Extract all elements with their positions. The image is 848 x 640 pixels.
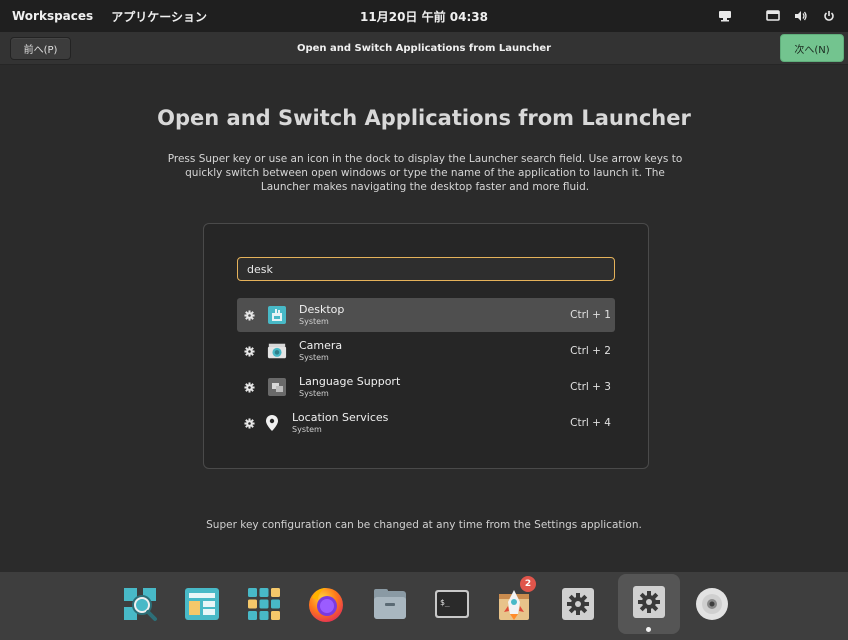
result-subtitle: System xyxy=(299,389,329,398)
search-magnifier-icon xyxy=(122,586,158,626)
terminal-icon: $_ xyxy=(434,589,470,623)
header-bar: 前へ(P) Open and Switch Applications from … xyxy=(0,32,848,65)
settings-gear-small-icon xyxy=(243,309,255,321)
disc-icon xyxy=(694,586,730,626)
page-title: Open and Switch Applications from Launch… xyxy=(157,106,691,130)
launcher-search-input[interactable] xyxy=(237,257,615,281)
svg-text:$_: $_ xyxy=(440,598,450,607)
dock-item-settings-active[interactable] xyxy=(618,574,680,634)
settings-gear-icon xyxy=(632,585,666,623)
result-shortcut: Ctrl + 1 xyxy=(570,309,611,321)
workspaces-button[interactable]: Workspaces xyxy=(12,9,93,23)
window-title: Open and Switch Applications from Launch… xyxy=(296,43,552,54)
dock-item-pop-shop[interactable]: 2 xyxy=(490,576,538,630)
camera-icon xyxy=(267,341,287,361)
app-grid-icon xyxy=(247,587,281,625)
firefox-icon xyxy=(306,584,346,628)
next-button[interactable]: 次へ(N) xyxy=(780,34,844,62)
result-name: Camera xyxy=(299,339,343,352)
dock-item-workspaces[interactable] xyxy=(178,582,226,630)
result-subtitle: System xyxy=(299,353,329,362)
dock-item-firefox[interactable] xyxy=(302,582,350,630)
notification-badge: 2 xyxy=(520,576,536,592)
network-icon[interactable] xyxy=(718,9,732,23)
top-panel: Workspaces アプリケーション 11月20日 午前 04:38 xyxy=(0,0,848,32)
dock-item-app-library[interactable] xyxy=(240,582,288,630)
dock-item-settings[interactable] xyxy=(554,582,602,630)
shop-rocket-icon xyxy=(496,586,532,626)
page-description: Press Super key or use an icon in the do… xyxy=(167,153,683,193)
dock-item-launcher[interactable] xyxy=(116,582,164,630)
launcher-result-language-support[interactable]: Language Support System Ctrl + 3 xyxy=(237,370,615,404)
power-icon[interactable] xyxy=(822,9,836,23)
result-shortcut: Ctrl + 4 xyxy=(570,417,611,429)
launcher-result-desktop[interactable]: Desktop System Ctrl + 1 xyxy=(237,298,615,332)
language-support-icon xyxy=(267,377,287,397)
settings-gear-icon xyxy=(561,587,595,625)
workspaces-icon xyxy=(184,587,220,625)
desktop-settings-icon xyxy=(267,305,287,325)
location-pin-icon xyxy=(265,413,279,433)
launcher-result-location-services[interactable]: Location Services System Ctrl + 4 xyxy=(237,406,615,440)
settings-gear-small-icon xyxy=(243,381,255,393)
files-icon xyxy=(372,587,408,625)
result-name: Desktop xyxy=(299,303,345,316)
settings-gear-small-icon xyxy=(243,417,255,429)
result-shortcut: Ctrl + 3 xyxy=(570,381,611,393)
volume-icon[interactable] xyxy=(794,9,808,23)
launcher-preview: Desktop System Ctrl + 1 Camera System Ct… xyxy=(203,223,649,469)
footer-note: Super key configuration can be changed a… xyxy=(206,519,642,531)
result-shortcut: Ctrl + 2 xyxy=(570,345,611,357)
result-subtitle: System xyxy=(292,425,322,434)
dock-item-terminal[interactable]: $_ xyxy=(428,582,476,630)
dock-item-files[interactable] xyxy=(366,582,414,630)
result-name: Language Support xyxy=(299,375,401,388)
display-icon[interactable] xyxy=(766,9,780,23)
dock-item-disks[interactable] xyxy=(688,582,736,630)
result-subtitle: System xyxy=(299,317,329,326)
settings-gear-small-icon xyxy=(243,345,255,357)
dock: $_ 2 xyxy=(0,572,848,640)
launcher-result-camera[interactable]: Camera System Ctrl + 2 xyxy=(237,334,615,368)
clock[interactable]: 11月20日 午前 04:38 xyxy=(360,8,488,25)
applications-button[interactable]: アプリケーション xyxy=(111,8,207,25)
result-name: Location Services xyxy=(292,411,389,424)
active-indicator xyxy=(646,627,651,632)
